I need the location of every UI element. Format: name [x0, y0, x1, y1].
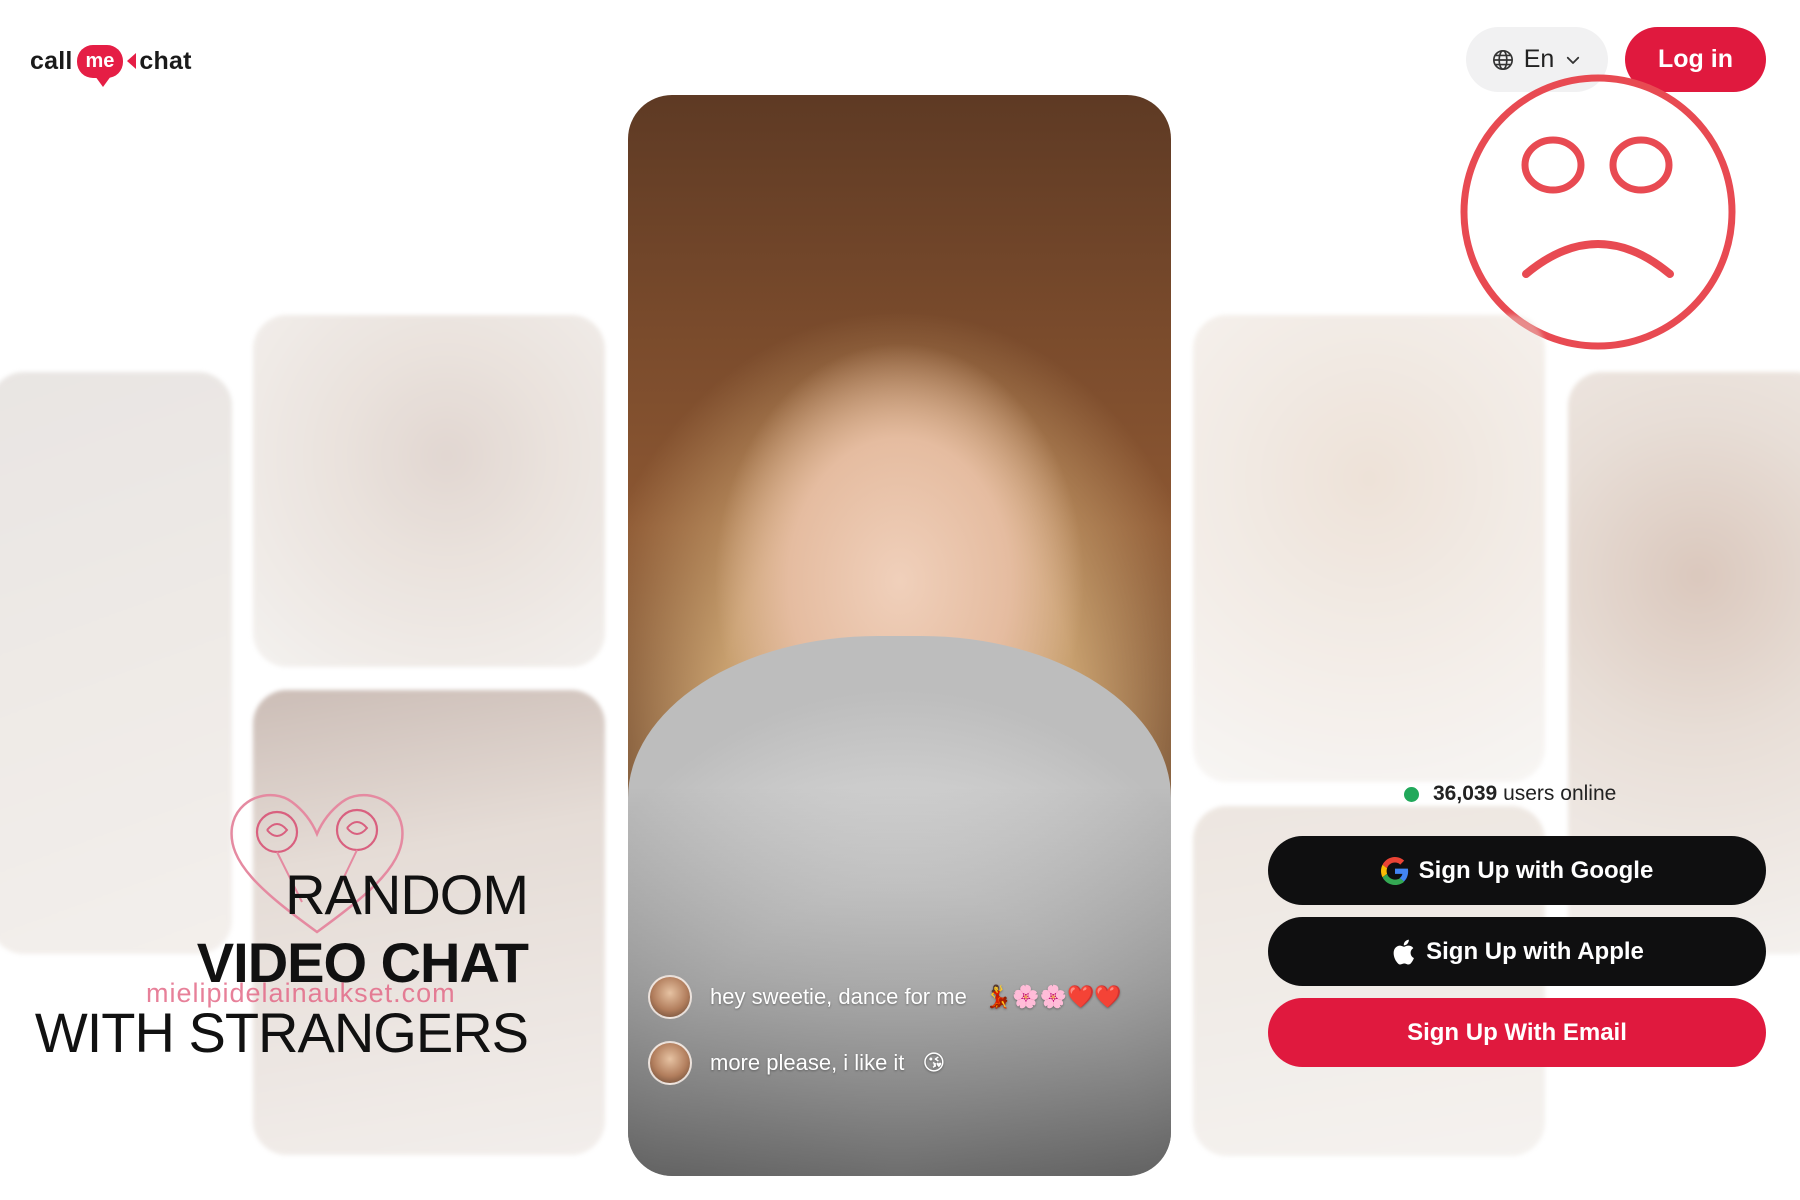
chat-message: hey sweetie, dance for me 💃🌸🌸❤️❤️: [648, 975, 1122, 1019]
logo-word-chat: chat: [139, 46, 192, 75]
logo-camera-icon: [127, 53, 137, 69]
online-count: 36,039: [1433, 782, 1498, 805]
logo-word-call: call: [30, 46, 73, 75]
headline-line-1: RANDOM: [285, 863, 529, 926]
signup-google-button[interactable]: Sign Up with Google: [1268, 836, 1766, 905]
chevron-down-icon: [1564, 51, 1582, 69]
signup-apple-label: Sign Up with Apple: [1426, 937, 1644, 965]
chat-message: more please, i like it 😘: [648, 1041, 945, 1085]
logo-bubble-me: me: [76, 44, 124, 87]
chat-message-text: more please, i like it: [710, 1050, 905, 1075]
online-label: users online: [1503, 782, 1617, 805]
avatar: [648, 975, 692, 1019]
chat-message-text: hey sweetie, dance for me: [710, 984, 967, 1009]
main-video-preview: hey sweetie, dance for me 💃🌸🌸❤️❤️ more p…: [628, 95, 1171, 1176]
globe-icon: [1492, 49, 1514, 71]
signup-google-label: Sign Up with Google: [1418, 856, 1654, 884]
headline-line-3: WITH STRANGERS: [34, 1001, 529, 1064]
logo[interactable]: call me chat: [30, 36, 192, 87]
apple-icon: [1390, 938, 1416, 966]
preview-card: [253, 315, 605, 667]
signup-email-label: Sign Up With Email: [1407, 1018, 1627, 1046]
google-icon: [1380, 856, 1409, 885]
chat-message-emoji: 😘: [922, 1050, 946, 1076]
sad-face-icon: [1460, 74, 1736, 350]
signup-email-button[interactable]: Sign Up With Email: [1268, 998, 1766, 1067]
language-label: En: [1523, 45, 1555, 73]
chat-message-emoji: 💃🌸🌸❤️❤️: [984, 984, 1122, 1010]
signup-apple-button[interactable]: Sign Up with Apple: [1268, 917, 1766, 986]
avatar: [648, 1041, 692, 1085]
online-counter: 36,039 users online: [1404, 782, 1616, 806]
preview-card: [0, 372, 232, 954]
preview-card: [1193, 315, 1545, 782]
online-status-dot: [1404, 786, 1419, 802]
